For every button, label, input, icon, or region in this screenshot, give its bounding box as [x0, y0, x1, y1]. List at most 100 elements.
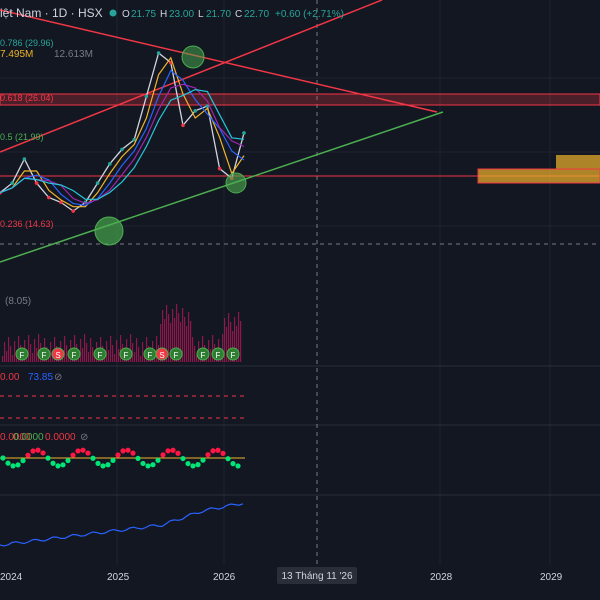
indicator2-dot [165, 448, 171, 454]
signal-marker[interactable]: S [51, 347, 65, 361]
volume-bar [36, 348, 38, 362]
indicator2-dot [190, 463, 196, 469]
legend-header: iệt Nam · 1D · HSX O 21.75 H 23.00 L 21.… [0, 6, 344, 20]
volume-bar [8, 337, 10, 362]
indicator2-value-b: 0.0000 [13, 432, 44, 443]
price-point [10, 181, 14, 185]
orange-zone-lower [477, 168, 600, 184]
symbol-title: iệt Nam · 1D · HSX [0, 6, 103, 20]
indicator2-dot [20, 458, 26, 464]
volume-bar [80, 339, 82, 362]
volume-bar [14, 341, 16, 362]
signal-marker[interactable]: F [169, 347, 183, 361]
indicator2-dot [200, 457, 206, 463]
indicator2-dot [10, 463, 16, 469]
indicator2-dot [110, 457, 116, 464]
signal-marker[interactable]: F [119, 347, 133, 361]
signal-marker[interactable]: F [67, 347, 81, 361]
price-point [156, 51, 161, 55]
volume-bar [10, 346, 12, 362]
indicator2-dot [65, 457, 71, 464]
indicator2-dot [15, 462, 21, 468]
ohlc-high-key: H [160, 9, 167, 20]
volume-bar [34, 339, 36, 362]
indicator2-dot [55, 463, 61, 469]
indicator2-dot [125, 447, 131, 453]
volume-value-left: 7.495M [0, 49, 33, 60]
volume-bar [12, 355, 14, 362]
signal-marker[interactable]: F [143, 347, 157, 361]
signal-marker[interactable]: F [226, 347, 240, 361]
fib-0786-label: 0.786 (29.96) [0, 38, 54, 48]
indicator2-dot [235, 463, 241, 469]
ohlc-close-value: 22.70 [244, 9, 269, 20]
fib-05-label: 0.5 (21.99) [0, 132, 44, 142]
chart-canvas[interactable]: FFSFFFFSFFFF 2024 2025 2026 2028 2029 13… [0, 0, 600, 600]
price-point [181, 123, 185, 128]
indicator2-dot [60, 462, 66, 468]
ohlc-high-value: 23.00 [169, 9, 194, 20]
volume-bar [92, 347, 94, 362]
ohlc-low-value: 21.70 [206, 9, 231, 20]
time-tick-2029: 2029 [540, 572, 563, 583]
volume-bar [140, 356, 142, 362]
indicator2-dot [205, 452, 211, 458]
indicator2-dot [30, 448, 36, 454]
price-change: +0.60 (+2.71%) [275, 9, 344, 20]
volume-bar [82, 348, 84, 362]
signal-marker-label: F [148, 351, 153, 360]
volume-bar [64, 336, 66, 362]
signal-marker-label: F [174, 351, 179, 360]
signal-marker[interactable]: F [211, 347, 225, 361]
indicator2-dot [230, 461, 236, 467]
signal-marker-label: F [201, 351, 206, 360]
hidden-eye-icon-1[interactable]: ⊘ [54, 372, 62, 383]
signal-marker[interactable]: F [93, 347, 107, 361]
indicator2-dot [210, 448, 216, 454]
price-point [34, 181, 39, 185]
ohlc-close-key: C [235, 9, 242, 20]
volume-bar [186, 326, 188, 362]
volume-bar [28, 335, 30, 362]
signal-marker[interactable]: F [196, 347, 210, 361]
indicator2-dot [170, 447, 176, 453]
price-point [47, 195, 51, 200]
volume-bar [116, 340, 118, 362]
indicator2-dot [105, 462, 111, 468]
signal-marker-label: F [124, 351, 129, 360]
volume-bar [142, 342, 144, 362]
volume-bar [136, 338, 138, 362]
volume-bar [110, 336, 112, 362]
volume-bar [30, 344, 32, 362]
indicator2-dot [225, 456, 231, 462]
volume-bar [86, 343, 88, 362]
signal-marker-label: F [216, 351, 221, 360]
signal-marker[interactable]: S [155, 347, 169, 361]
indicator2-dot [140, 460, 146, 467]
volume-bar [184, 317, 186, 362]
hidden-eye-icon-2[interactable]: ⊘ [80, 432, 88, 443]
resistance-zone[interactable] [0, 93, 600, 106]
time-tick-2028: 2028 [430, 572, 453, 583]
indicator1-value-b: 73.85 [28, 372, 53, 383]
signal-marker[interactable]: F [15, 347, 29, 361]
volume-bar [192, 337, 194, 362]
orange-zone-upper [556, 155, 600, 169]
volume-bar [4, 342, 6, 362]
indicator2-dot [145, 463, 151, 469]
fib-0236-label: 0.236 (14.63) [0, 219, 54, 229]
volume-bar [226, 327, 228, 362]
indicator2-dot [175, 450, 181, 456]
signal-marker-label: F [98, 351, 103, 360]
indicator2-dot [195, 462, 201, 468]
signal-marker[interactable]: F [37, 347, 51, 361]
pivot-low-circle [94, 216, 124, 246]
volume-bar [138, 347, 140, 362]
indicator2-dot [135, 455, 141, 462]
indicator1-value-a: 0.00 [0, 372, 20, 383]
pivot-high-circle [181, 45, 205, 69]
price-point [144, 94, 149, 99]
price-point [120, 147, 124, 152]
signal-marker-label: F [42, 351, 47, 360]
volume-bar [90, 338, 92, 362]
